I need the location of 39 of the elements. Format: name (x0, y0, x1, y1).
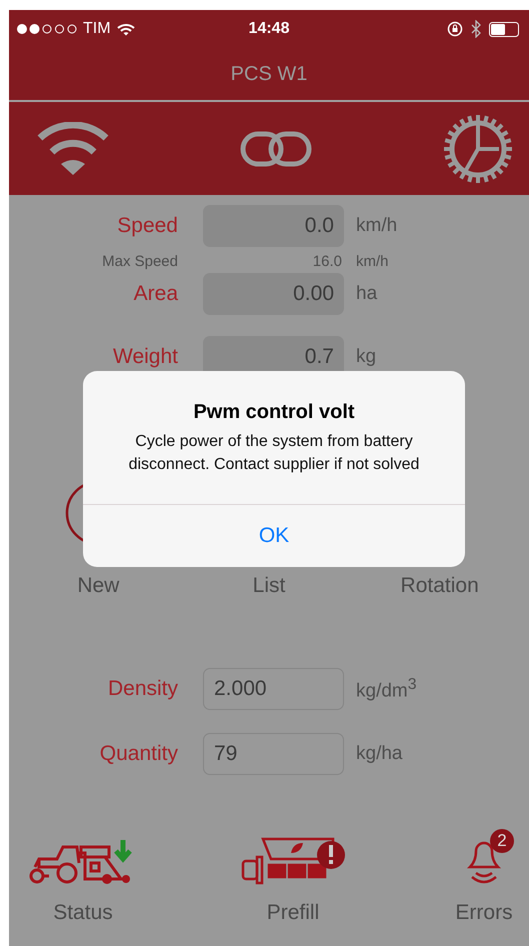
reading-label: Speed (116, 214, 178, 238)
reading-label: Max Speed (101, 253, 178, 270)
reading-field: 0.0 (203, 205, 344, 247)
screen-title: PCS W1 (230, 62, 308, 86)
reading-value: 16.0 (312, 253, 343, 270)
bluetooth-icon (471, 20, 482, 38)
rotation-lock-icon (447, 21, 464, 37)
unit-label: km/h (356, 253, 390, 270)
input-label: Density (106, 677, 178, 701)
unit-label: kg/dm$^{3}$ (356, 676, 418, 702)
link-icon (240, 130, 312, 166)
reading-label: Area (132, 282, 178, 306)
reading-field: 0.00 (203, 273, 344, 315)
alert-title: Pwm control volt (192, 401, 356, 424)
ok-button[interactable]: OK (83, 504, 465, 567)
tab-button[interactable]: Status (19, 825, 147, 925)
clock-time: 14:48 (248, 20, 290, 38)
tab-button[interactable]: Prefill (239, 825, 347, 925)
unit-label: ha (356, 283, 378, 305)
link-button[interactable] (240, 130, 312, 166)
wifi-icon (116, 22, 135, 36)
alert-message: Cycle power of the system from battery disconnect. Contact supplier if not solved (128, 432, 420, 475)
wifi-icon (37, 122, 109, 176)
unit-label: kg (356, 346, 378, 368)
seeder-icon (239, 835, 347, 885)
input-label: Quantity (98, 742, 178, 766)
wifi-button[interactable] (37, 122, 109, 176)
signal-strength-icon (17, 24, 79, 34)
battery-icon (489, 22, 522, 36)
carrier-name: TIM (83, 20, 111, 38)
unit-label: kg/ha (356, 743, 404, 765)
unit-label: km/h (356, 215, 398, 237)
input-field[interactable]: 2.000 (203, 668, 344, 710)
input-field[interactable]: 79 (203, 733, 344, 775)
reading-label: Weight (112, 345, 178, 369)
count-badge: 2 (490, 829, 514, 853)
tab-button[interactable]: 2 Errors (439, 825, 529, 925)
settings-button[interactable] (443, 114, 513, 184)
settings-icon (443, 114, 513, 184)
